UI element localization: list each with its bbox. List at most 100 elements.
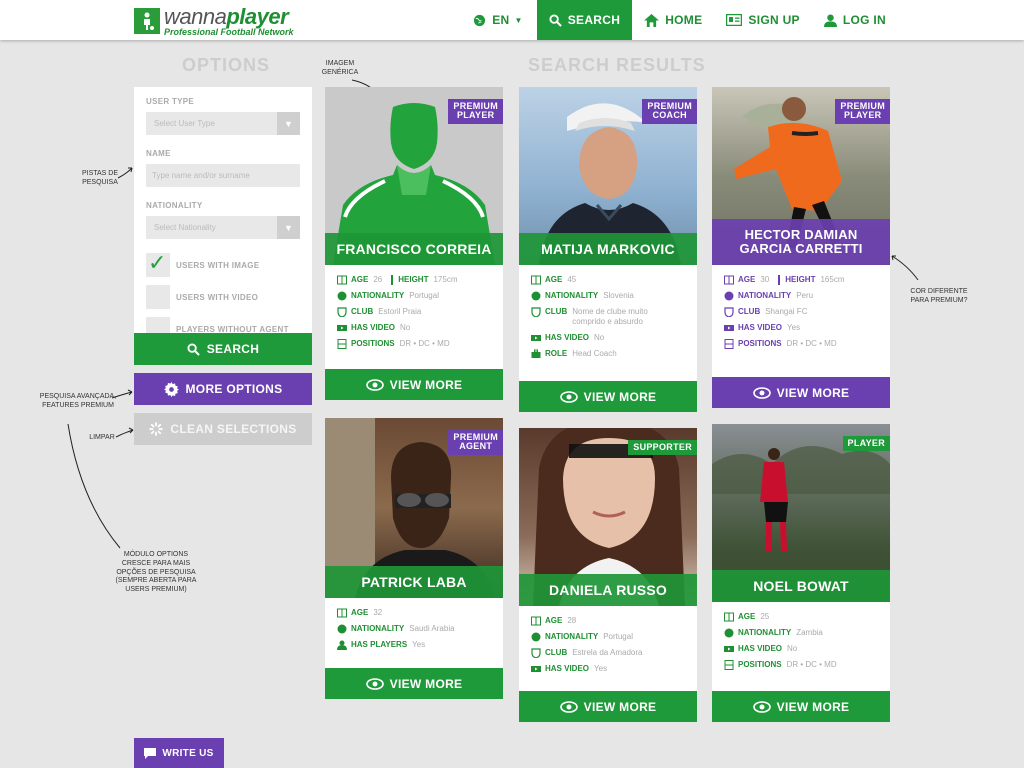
premium-coach-badge: PREMIUM COACH [642,99,697,124]
card-name: NOEL BOWAT [712,570,890,602]
id-card-icon [726,14,743,26]
profile-image: PREMIUM AGENT PATRICK LABA [325,418,503,598]
pitch-icon [724,275,734,285]
pitch-icon [724,612,734,622]
pitch-icon [531,275,541,285]
premium-agent-badge: PREMIUM AGENT [448,430,503,455]
profile-image: PREMIUM COACH MATIJA MARKOVIC [519,87,697,265]
video-icon [531,666,541,672]
result-card[interactable]: PREMIUM AGENT PATRICK LABA AGE 32 NATIONA… [325,418,503,699]
nationality-row: NATIONALITY Zambia [724,628,878,638]
card-name: DANIELA RUSSO [519,574,697,606]
card-info: AGE 32 NATIONALITY Saudi Arabia HAS PLAYER… [325,598,503,662]
search-button[interactable]: SEARCH [134,333,312,365]
result-card[interactable]: PREMIUM PLAYER HECTOR DAMIAN GARCIA CARR… [712,87,890,408]
nav-signup-label: SIGN UP [748,13,800,27]
globe-icon [531,632,541,642]
nav-home-label: HOME [665,13,703,27]
check-users-with-video[interactable]: USERS WITH VIDEO [146,285,300,309]
write-us-label: WRITE US [162,747,214,759]
nationality-placeholder: Select Nationality [154,223,216,232]
chevron-down-icon: ▼ [277,112,300,135]
checkbox[interactable] [146,285,170,309]
video-icon [337,325,347,331]
view-more-button[interactable]: VIEW MORE [325,369,503,400]
card-name: FRANCISCO CORREIA [325,233,503,265]
nationality-select[interactable]: Select Nationality ▼ [146,216,300,239]
options-title: OPTIONS [182,55,271,75]
card-info: AGE 30 HEIGHT 165cm NATIONALITY Peru CLUB Sh… [712,265,890,361]
premium-player-badge: PREMIUM PLAYER [835,99,890,124]
chevron-down-icon: ▼ [514,15,523,25]
pitch-icon [337,275,347,285]
nav-signup[interactable]: SIGN UP [714,0,811,40]
result-card[interactable]: PREMIUM COACH MATIJA MARKOVIC AGE 45 NATI… [519,87,697,412]
pitch-icon [531,616,541,626]
nationality-row: NATIONALITY Slovenia [531,291,685,301]
age-row: AGE 25 [724,612,878,622]
eye-icon [365,677,384,690]
result-card[interactable]: PLAYER NOEL BOWAT AGE 25 NATIONALITY Zambi… [712,424,890,722]
chevron-down-icon: ▼ [277,216,300,239]
eye-icon [559,390,578,403]
write-us-button[interactable]: WRITE US [134,738,224,768]
nav-search[interactable]: SEARCH [536,0,633,40]
language-selector[interactable]: EN ▼ [461,0,535,40]
check-label: USERS WITH IMAGE [176,260,260,270]
shield-icon [531,307,541,317]
logo[interactable]: wannaplayer Professional Football Networ… [134,6,294,37]
nav-login[interactable]: LOG IN [812,0,1024,40]
pitch-icon [724,660,734,670]
nationality-label: NATIONALITY [146,201,203,210]
check-users-with-image[interactable]: ✓ USERS WITH IMAGE [146,250,300,277]
club-row: CLUB Shangai FC [724,307,878,317]
video-row: HAS VIDEO No [531,333,685,343]
result-card[interactable]: PREMIUM PLAYER FRANCISCO CORREIA AGE 26 H… [325,87,503,400]
view-more-button[interactable]: VIEW MORE [712,377,890,408]
annotation-pistas: PISTAS DE PESQUISA [81,170,119,186]
annotation-cor: COR DIFERENTE PARA PREMIUM? [910,288,968,304]
positions-row: POSITIONS DR • DC • MD [337,339,491,349]
pitch-icon [337,608,347,618]
view-more-button[interactable]: VIEW MORE [712,691,890,722]
more-options-button[interactable]: MORE OPTIONS [134,373,312,405]
profile-image: PREMIUM PLAYER FRANCISCO CORREIA [325,87,503,265]
positions-row: POSITIONS DR • DC • MD [724,339,878,349]
nav-home[interactable]: HOME [632,0,714,40]
club-row: CLUB Nome de clube muito comprido e absur… [531,307,685,327]
eye-icon [365,378,384,391]
name-placeholder: Type name and/or surname [152,171,250,180]
search-icon [549,13,562,27]
logo-player-icon [134,8,160,34]
checkbox[interactable]: ✓ [146,250,170,277]
annotation-imagem: IMAGEM GENÉRICA [321,60,359,76]
eye-icon [752,700,771,713]
view-more-button[interactable]: VIEW MORE [519,381,697,412]
nationality-row: NATIONALITY Portugal [337,291,491,301]
user-type-select[interactable]: Select User Type ▼ [146,112,300,135]
result-card[interactable]: SUPPORTER DANIELA RUSSO AGE 28 NATIONALIT… [519,428,697,722]
supporter-badge: SUPPORTER [628,440,697,456]
check-label: USERS WITH VIDEO [176,292,259,302]
role-row: ROLE Head Coach [531,349,685,359]
profile-image: PLAYER NOEL BOWAT [712,424,890,602]
view-more-button[interactable]: VIEW MORE [519,691,697,722]
shield-icon [724,307,734,317]
video-icon [531,335,541,341]
club-row: CLUB Estoril Praia [337,307,491,317]
top-bar: wannaplayer Professional Football Networ… [0,0,1024,40]
home-icon [644,13,660,27]
options-panel: USER TYPE Select User Type ▼ NAME Type n… [134,87,312,341]
nav-login-label: LOG IN [842,13,886,27]
nationality-row: NATIONALITY Portugal [531,632,685,642]
card-name: PATRICK LABA [325,566,503,598]
view-more-button[interactable]: VIEW MORE [325,668,503,699]
clean-selections-button[interactable]: CLEAN SELECTIONS [134,413,312,445]
pitch-icon [724,339,734,349]
name-input[interactable]: Type name and/or surname [146,164,300,187]
checkmark-icon: ✓ [148,250,167,275]
card-info: AGE 26 HEIGHT 175cm NATIONALITY Portugal CL… [325,265,503,361]
eye-icon [559,700,578,713]
card-name: MATIJA MARKOVIC [519,233,697,265]
spinner-icon [149,422,164,436]
